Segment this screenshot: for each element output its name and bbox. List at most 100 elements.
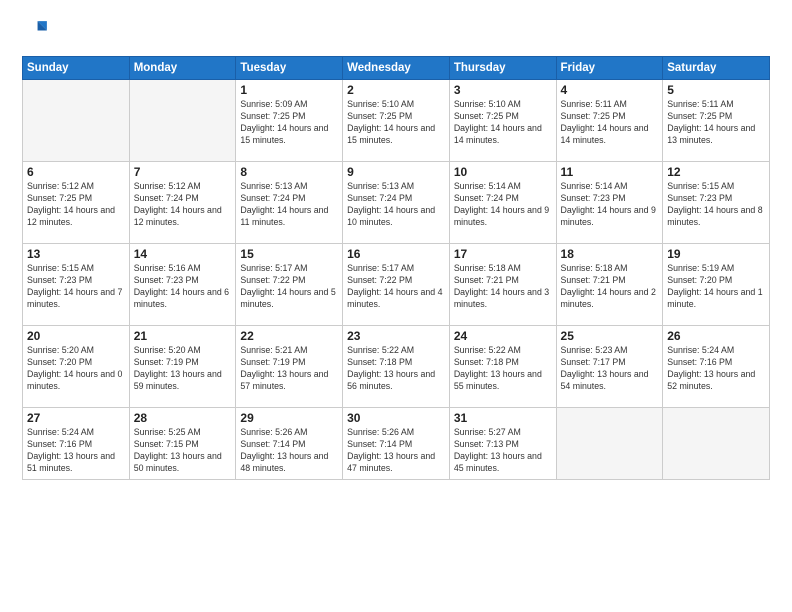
day-number: 10 xyxy=(454,165,552,179)
calendar-cell: 6Sunrise: 5:12 AM Sunset: 7:25 PM Daylig… xyxy=(23,162,130,244)
cell-content: Sunrise: 5:18 AM Sunset: 7:21 PM Dayligh… xyxy=(561,263,659,311)
cell-content: Sunrise: 5:12 AM Sunset: 7:24 PM Dayligh… xyxy=(134,181,232,229)
calendar-week-row: 6Sunrise: 5:12 AM Sunset: 7:25 PM Daylig… xyxy=(23,162,770,244)
calendar-cell: 2 Sunrise: 5:10 AM Sunset: 7:25 PM Daylig… xyxy=(343,80,450,162)
logo-icon xyxy=(22,18,50,46)
cell-content: Sunrise: 5:26 AM Sunset: 7:14 PM Dayligh… xyxy=(240,427,338,475)
day-number: 4 xyxy=(561,83,659,97)
calendar-header-sunday: Sunday xyxy=(23,57,130,80)
calendar-header-row: SundayMondayTuesdayWednesdayThursdayFrid… xyxy=(23,57,770,80)
calendar-cell: 13Sunrise: 5:15 AM Sunset: 7:23 PM Dayli… xyxy=(23,244,130,326)
calendar-header-friday: Friday xyxy=(556,57,663,80)
cell-content: Sunrise: 5:24 AM Sunset: 7:16 PM Dayligh… xyxy=(667,345,765,393)
cell-content: Sunrise: 5:14 AM Sunset: 7:24 PM Dayligh… xyxy=(454,181,552,229)
calendar-header-tuesday: Tuesday xyxy=(236,57,343,80)
calendar-cell: 19Sunrise: 5:19 AM Sunset: 7:20 PM Dayli… xyxy=(663,244,770,326)
calendar-cell: 21 Sunrise: 5:20 AM Sunset: 7:19 PM Dayli… xyxy=(129,326,236,408)
cell-content: Sunrise: 5:20 AM Sunset: 7:19 PM Dayligh… xyxy=(134,345,232,393)
day-number: 30 xyxy=(347,411,445,425)
calendar: SundayMondayTuesdayWednesdayThursdayFrid… xyxy=(22,56,770,480)
calendar-cell: 14 Sunrise: 5:16 AM Sunset: 7:23 PM Dayli… xyxy=(129,244,236,326)
calendar-week-row: 13Sunrise: 5:15 AM Sunset: 7:23 PM Dayli… xyxy=(23,244,770,326)
cell-content: Sunrise: 5:23 AM Sunset: 7:17 PM Dayligh… xyxy=(561,345,659,393)
calendar-cell xyxy=(23,80,130,162)
day-number: 15 xyxy=(240,247,338,261)
cell-content: Sunrise: 5:14 AM Sunset: 7:23 PM Dayligh… xyxy=(561,181,659,229)
calendar-cell: 25 Sunrise: 5:23 AM Sunset: 7:17 PM Dayli… xyxy=(556,326,663,408)
cell-content: Sunrise: 5:10 AM Sunset: 7:25 PM Dayligh… xyxy=(454,99,552,147)
calendar-cell: 5Sunrise: 5:11 AM Sunset: 7:25 PM Daylig… xyxy=(663,80,770,162)
day-number: 12 xyxy=(667,165,765,179)
day-number: 20 xyxy=(27,329,125,343)
calendar-week-row: 27 Sunrise: 5:24 AM Sunset: 7:16 PM Dayli… xyxy=(23,408,770,480)
calendar-cell xyxy=(556,408,663,480)
calendar-header-saturday: Saturday xyxy=(663,57,770,80)
calendar-cell: 9 Sunrise: 5:13 AM Sunset: 7:24 PM Daylig… xyxy=(343,162,450,244)
day-number: 7 xyxy=(134,165,232,179)
calendar-cell: 7 Sunrise: 5:12 AM Sunset: 7:24 PM Daylig… xyxy=(129,162,236,244)
day-number: 2 xyxy=(347,83,445,97)
day-number: 8 xyxy=(240,165,338,179)
calendar-cell: 8 Sunrise: 5:13 AM Sunset: 7:24 PM Daylig… xyxy=(236,162,343,244)
calendar-cell: 17 Sunrise: 5:18 AM Sunset: 7:21 PM Dayli… xyxy=(449,244,556,326)
day-number: 17 xyxy=(454,247,552,261)
calendar-cell: 22Sunrise: 5:21 AM Sunset: 7:19 PM Dayli… xyxy=(236,326,343,408)
cell-content: Sunrise: 5:25 AM Sunset: 7:15 PM Dayligh… xyxy=(134,427,232,475)
cell-content: Sunrise: 5:16 AM Sunset: 7:23 PM Dayligh… xyxy=(134,263,232,311)
day-number: 14 xyxy=(134,247,232,261)
day-number: 18 xyxy=(561,247,659,261)
day-number: 1 xyxy=(240,83,338,97)
day-number: 29 xyxy=(240,411,338,425)
cell-content: Sunrise: 5:20 AM Sunset: 7:20 PM Dayligh… xyxy=(27,345,125,393)
calendar-cell xyxy=(663,408,770,480)
calendar-cell: 30 Sunrise: 5:26 AM Sunset: 7:14 PM Dayli… xyxy=(343,408,450,480)
cell-content: Sunrise: 5:13 AM Sunset: 7:24 PM Dayligh… xyxy=(347,181,445,229)
calendar-cell: 4 Sunrise: 5:11 AM Sunset: 7:25 PM Daylig… xyxy=(556,80,663,162)
calendar-cell: 3Sunrise: 5:10 AM Sunset: 7:25 PM Daylig… xyxy=(449,80,556,162)
cell-content: Sunrise: 5:22 AM Sunset: 7:18 PM Dayligh… xyxy=(347,345,445,393)
calendar-cell: 15Sunrise: 5:17 AM Sunset: 7:22 PM Dayli… xyxy=(236,244,343,326)
calendar-cell: 20 Sunrise: 5:20 AM Sunset: 7:20 PM Dayli… xyxy=(23,326,130,408)
calendar-cell: 18 Sunrise: 5:18 AM Sunset: 7:21 PM Dayli… xyxy=(556,244,663,326)
day-number: 24 xyxy=(454,329,552,343)
cell-content: Sunrise: 5:22 AM Sunset: 7:18 PM Dayligh… xyxy=(454,345,552,393)
day-number: 26 xyxy=(667,329,765,343)
cell-content: Sunrise: 5:15 AM Sunset: 7:23 PM Dayligh… xyxy=(667,181,765,229)
cell-content: Sunrise: 5:09 AM Sunset: 7:25 PM Dayligh… xyxy=(240,99,338,147)
cell-content: Sunrise: 5:26 AM Sunset: 7:14 PM Dayligh… xyxy=(347,427,445,475)
calendar-header-monday: Monday xyxy=(129,57,236,80)
calendar-week-row: 1 Sunrise: 5:09 AM Sunset: 7:25 PM Daylig… xyxy=(23,80,770,162)
calendar-cell: 12 Sunrise: 5:15 AM Sunset: 7:23 PM Dayli… xyxy=(663,162,770,244)
day-number: 11 xyxy=(561,165,659,179)
cell-content: Sunrise: 5:11 AM Sunset: 7:25 PM Dayligh… xyxy=(667,99,765,147)
cell-content: Sunrise: 5:24 AM Sunset: 7:16 PM Dayligh… xyxy=(27,427,125,475)
cell-content: Sunrise: 5:13 AM Sunset: 7:24 PM Dayligh… xyxy=(240,181,338,229)
calendar-cell: 28 Sunrise: 5:25 AM Sunset: 7:15 PM Dayli… xyxy=(129,408,236,480)
calendar-cell: 31 Sunrise: 5:27 AM Sunset: 7:13 PM Dayli… xyxy=(449,408,556,480)
calendar-cell: 26 Sunrise: 5:24 AM Sunset: 7:16 PM Dayli… xyxy=(663,326,770,408)
day-number: 27 xyxy=(27,411,125,425)
logo xyxy=(22,18,54,46)
calendar-cell: 11 Sunrise: 5:14 AM Sunset: 7:23 PM Dayli… xyxy=(556,162,663,244)
cell-content: Sunrise: 5:11 AM Sunset: 7:25 PM Dayligh… xyxy=(561,99,659,147)
day-number: 6 xyxy=(27,165,125,179)
cell-content: Sunrise: 5:17 AM Sunset: 7:22 PM Dayligh… xyxy=(347,263,445,311)
day-number: 22 xyxy=(240,329,338,343)
day-number: 19 xyxy=(667,247,765,261)
calendar-cell: 29 Sunrise: 5:26 AM Sunset: 7:14 PM Dayli… xyxy=(236,408,343,480)
day-number: 21 xyxy=(134,329,232,343)
calendar-header-wednesday: Wednesday xyxy=(343,57,450,80)
day-number: 25 xyxy=(561,329,659,343)
day-number: 31 xyxy=(454,411,552,425)
cell-content: Sunrise: 5:18 AM Sunset: 7:21 PM Dayligh… xyxy=(454,263,552,311)
page: SundayMondayTuesdayWednesdayThursdayFrid… xyxy=(0,0,792,612)
calendar-header-thursday: Thursday xyxy=(449,57,556,80)
calendar-cell: 10 Sunrise: 5:14 AM Sunset: 7:24 PM Dayli… xyxy=(449,162,556,244)
cell-content: Sunrise: 5:27 AM Sunset: 7:13 PM Dayligh… xyxy=(454,427,552,475)
day-number: 28 xyxy=(134,411,232,425)
calendar-cell: 27 Sunrise: 5:24 AM Sunset: 7:16 PM Dayli… xyxy=(23,408,130,480)
cell-content: Sunrise: 5:10 AM Sunset: 7:25 PM Dayligh… xyxy=(347,99,445,147)
calendar-week-row: 20 Sunrise: 5:20 AM Sunset: 7:20 PM Dayli… xyxy=(23,326,770,408)
calendar-cell: 24 Sunrise: 5:22 AM Sunset: 7:18 PM Dayli… xyxy=(449,326,556,408)
day-number: 9 xyxy=(347,165,445,179)
